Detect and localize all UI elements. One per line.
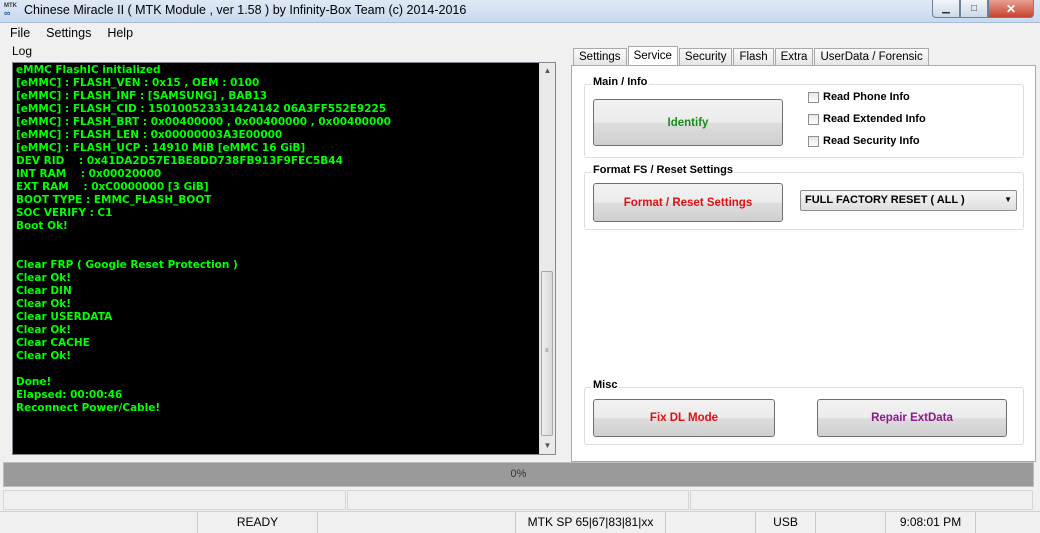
log-line: INT RAM : 0x00020000: [16, 168, 162, 180]
log-line: [eMMC] : FLASH_VEN : 0x15 , OEM : 0100: [16, 77, 260, 89]
menu-file[interactable]: File: [0, 26, 36, 40]
main-info-title: Main / Info: [591, 76, 650, 88]
log-line: Elapsed: 00:00:46: [16, 389, 123, 401]
status-bar: READY MTK SP 65|67|83|81|xx USB 9:08:01 …: [0, 511, 1040, 533]
fix-dl-mode-button[interactable]: Fix DL Mode: [593, 399, 775, 437]
log-line: BOOT TYPE : EMMC_FLASH_BOOT: [16, 194, 212, 206]
main-info-group: Main / Info Identify Read Phone Info Rea…: [584, 76, 1024, 158]
scroll-up-icon[interactable]: ▲: [540, 63, 555, 79]
log-panel[interactable]: eMMC FlashIC initialized [eMMC] : FLASH_V…: [12, 62, 556, 455]
log-scrollbar[interactable]: ▲ ≡ ▼: [539, 63, 555, 454]
log-line: Clear FRP ( Google Reset Protection ): [16, 259, 238, 271]
window-controls: ▁ □ ✕: [932, 0, 1034, 18]
status-blank: [666, 512, 756, 533]
checkbox-box[interactable]: [808, 91, 819, 103]
tab-flash[interactable]: Flash: [733, 48, 774, 66]
log-line: EXT RAM : 0xC0000000 [3 GiB]: [16, 181, 209, 193]
checkbox-label: Read Phone Info: [823, 91, 910, 103]
log-line: Clear USERDATA: [16, 311, 113, 323]
tab-extra[interactable]: Extra: [774, 48, 814, 66]
status-time: 9:08:01 PM: [886, 512, 976, 533]
tab-userdata-forensic[interactable]: UserData / Forensic: [814, 48, 929, 66]
misc-title: Misc: [591, 379, 620, 391]
tab-security[interactable]: Security: [678, 48, 733, 66]
repair-extdata-label: Repair ExtData: [871, 412, 953, 424]
log-text: eMMC FlashIC initialized [eMMC] : FLASH_V…: [16, 64, 536, 452]
checkbox-label: Read Security Info: [823, 135, 920, 147]
log-line: DEV RID : 0x41DA2D57E1BE8DD738FB913F9FEC…: [16, 155, 343, 167]
log-line: Clear Ok!: [16, 272, 72, 284]
log-line: Boot Ok!: [16, 220, 68, 232]
format-reset-button[interactable]: Format / Reset Settings: [593, 183, 783, 222]
format-reset-group: Format FS / Reset Settings Format / Rese…: [584, 164, 1024, 230]
strip-cell: [3, 490, 346, 510]
log-line: [eMMC] : FLASH_LEN : 0x00000003A3E00000: [16, 129, 283, 141]
log-line: SOC VERIFY : C1: [16, 207, 113, 219]
status-blank: [318, 512, 516, 533]
log-line: [eMMC] : FLASH_INF : [SAMSUNG] , BAB13: [16, 90, 268, 102]
service-panel: Main / Info Identify Read Phone Info Rea…: [571, 65, 1036, 462]
minimize-button[interactable]: ▁: [932, 0, 960, 18]
grip-icon: ≡: [545, 348, 549, 354]
status-connection: USB: [756, 512, 816, 533]
status-state: READY: [198, 512, 318, 533]
log-line: Done!: [16, 376, 52, 388]
identify-button[interactable]: Identify: [593, 99, 783, 146]
window-title: Chinese Miracle II ( MTK Module , ver 1.…: [24, 3, 467, 17]
reset-mode-select[interactable]: FULL FACTORY RESET ( ALL ) ▼: [800, 190, 1017, 211]
log-line: [eMMC] : FLASH_CID : 150100523331424142 …: [16, 103, 387, 115]
checkbox-label: Read Extended Info: [823, 113, 926, 125]
strip-cell: [346, 490, 690, 510]
tab-strip: Settings Service Security Flash Extra Us…: [573, 46, 930, 67]
maximize-button[interactable]: □: [960, 0, 988, 18]
reset-mode-value: FULL FACTORY RESET ( ALL ): [805, 194, 965, 206]
progress-text: 0%: [510, 468, 527, 480]
format-reset-title: Format FS / Reset Settings: [591, 164, 735, 176]
tab-settings[interactable]: Settings: [573, 48, 627, 66]
log-line: [eMMC] : FLASH_UCP : 14910 MiB [eMMC 16 …: [16, 142, 306, 154]
checkbox-box[interactable]: [808, 113, 819, 125]
format-reset-label: Format / Reset Settings: [623, 196, 753, 209]
log-line: Clear Ok!: [16, 324, 72, 336]
fix-dl-mode-label: Fix DL Mode: [649, 412, 719, 424]
checkbox-box[interactable]: [808, 135, 819, 147]
menu-settings[interactable]: Settings: [36, 26, 97, 40]
misc-group: Misc Fix DL Mode Repair ExtData: [584, 379, 1024, 445]
close-button[interactable]: ✕: [988, 0, 1034, 18]
repair-extdata-button[interactable]: Repair ExtData: [817, 399, 1007, 437]
menu-bar: File Settings Help: [0, 23, 1040, 43]
menu-help[interactable]: Help: [97, 26, 139, 40]
log-line: Clear DIN: [16, 285, 72, 297]
status-platform: MTK SP 65|67|83|81|xx: [516, 512, 666, 533]
log-line: Clear CACHE: [16, 337, 90, 349]
read-extended-info-checkbox[interactable]: Read Extended Info: [808, 113, 926, 125]
log-line: eMMC FlashIC initialized: [16, 64, 161, 76]
secondary-status-strip: [3, 490, 1034, 510]
strip-cell: [690, 490, 1034, 510]
tab-service[interactable]: Service: [627, 46, 678, 67]
status-blank: [816, 512, 886, 533]
scrollbar-thumb[interactable]: ≡: [541, 271, 553, 436]
log-line: Clear Ok!: [16, 350, 72, 362]
title-bar: MTK ∞ Chinese Miracle II ( MTK Module , v…: [0, 0, 1040, 23]
app-logo-icon: MTK ∞: [4, 3, 17, 18]
log-label: Log: [12, 44, 33, 58]
identify-label: Identify: [667, 116, 709, 129]
status-blank: [976, 512, 1040, 533]
log-line: Reconnect Power/Cable!: [16, 402, 161, 414]
log-line: [eMMC] : FLASH_BRT : 0x00400000 , 0x0040…: [16, 116, 391, 128]
progress-bar: 0%: [3, 462, 1034, 487]
status-blank: [0, 512, 198, 533]
dropdown-arrow-icon: ▼: [1004, 195, 1012, 204]
scroll-down-icon[interactable]: ▼: [540, 438, 555, 454]
log-line: Clear Ok!: [16, 298, 72, 310]
read-phone-info-checkbox[interactable]: Read Phone Info: [808, 91, 910, 103]
read-security-info-checkbox[interactable]: Read Security Info: [808, 135, 920, 147]
